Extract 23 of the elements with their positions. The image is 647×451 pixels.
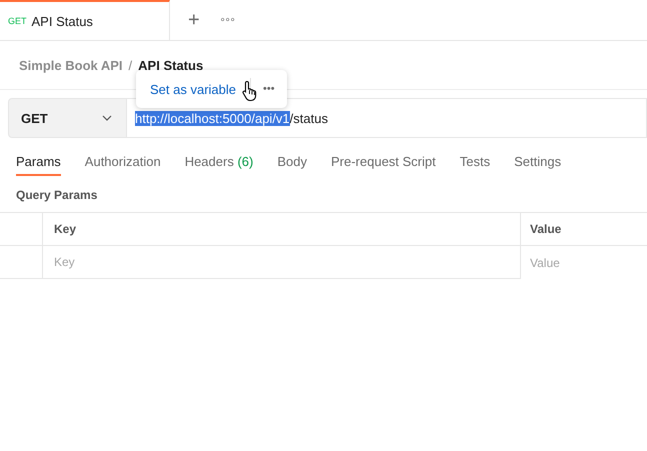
more-button[interactable]: ∘∘∘ [214,13,241,27]
request-section-tab[interactable]: Body [277,148,307,176]
separator: / [128,58,132,72]
hand-cursor-icon [242,80,258,102]
more-button[interactable]: ••• [259,83,279,95]
request-section-tab[interactable]: Params [16,148,61,176]
request-section-tab[interactable]: Tests [460,148,490,176]
set-variable-button[interactable]: Set as variable [144,82,242,96]
collection-link[interactable]: Simple Book API [19,58,123,72]
method-label: GET [8,16,27,26]
method-dropdown[interactable]: GET [8,98,127,138]
section-title: Query Params [15,187,98,204]
column-header: Key [43,213,521,245]
request-section-tab[interactable]: Authorization [84,148,161,176]
request-name: API Status [138,58,204,72]
new-tab-button[interactable]: + [184,8,204,32]
request-section-tab[interactable]: Pre-request Script [330,148,436,176]
chevron-down-icon [102,115,112,121]
tab-title: API Status [32,14,93,28]
request-section-tab[interactable]: Settings [514,148,562,176]
column-header: Value [529,221,562,238]
request-section-tab[interactable]: Headers (6) [184,148,254,176]
request-tab[interactable]: GET API Status [0,0,170,40]
